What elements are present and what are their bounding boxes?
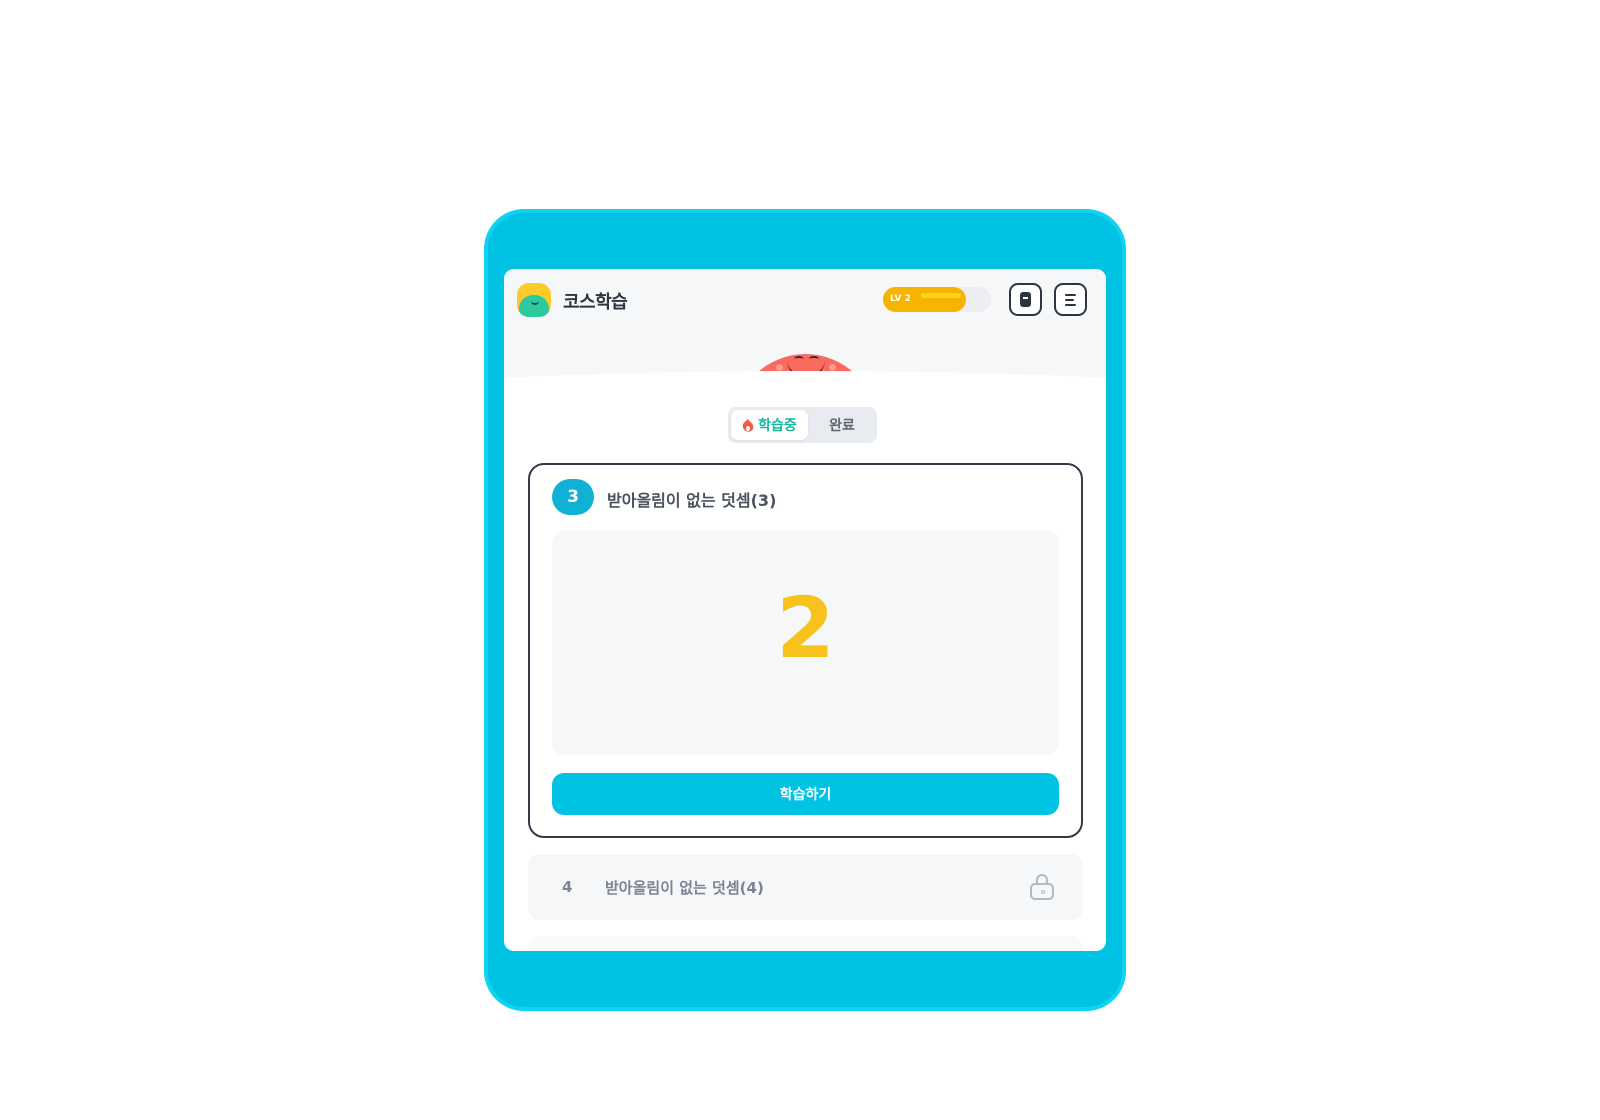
menu-button[interactable] (1054, 283, 1087, 316)
level-label: LV 2 (890, 294, 911, 304)
locked-lesson-card[interactable]: 4 받아올림이 없는 덧셈(4) (528, 854, 1083, 920)
next-lesson-card[interactable] (528, 936, 1083, 951)
tab-label: 학습중 (758, 418, 797, 434)
mascot-logo-icon (517, 283, 551, 317)
page-title: 코스학습 (563, 292, 628, 313)
mascot-cheek (776, 364, 783, 371)
book-icon (1020, 292, 1031, 307)
app-header: 코스학습 LV 2 (504, 269, 1106, 329)
tab-completed[interactable]: 완료 (810, 410, 874, 440)
header-curve (504, 371, 1106, 381)
tab-in-progress[interactable]: 학습중 (731, 410, 808, 440)
flame-icon (742, 418, 754, 433)
preview-number: 2 (776, 579, 835, 677)
lesson-number: 4 (562, 878, 573, 896)
app-screen: 코스학습 LV 2 학습중 완료 3 받아올림이 없는 덧셈(3) 2 학습하기… (504, 269, 1106, 951)
lesson-preview: 2 (552, 531, 1059, 755)
tab-label: 완료 (829, 418, 855, 434)
level-progress-bar: LV 2 (883, 287, 991, 312)
current-lesson-card: 3 받아올림이 없는 덧셈(3) 2 학습하기 (528, 463, 1083, 838)
book-button[interactable] (1009, 283, 1042, 316)
lesson-number-badge: 3 (552, 479, 594, 515)
lock-icon (1030, 874, 1054, 900)
lesson-title: 받아올림이 없는 덧셈(3) (607, 491, 777, 510)
status-tabs: 학습중 완료 (728, 407, 877, 443)
start-study-button[interactable]: 학습하기 (552, 773, 1059, 815)
lesson-title: 받아올림이 없는 덧셈(4) (605, 879, 764, 897)
mascot-cheek (829, 364, 836, 371)
